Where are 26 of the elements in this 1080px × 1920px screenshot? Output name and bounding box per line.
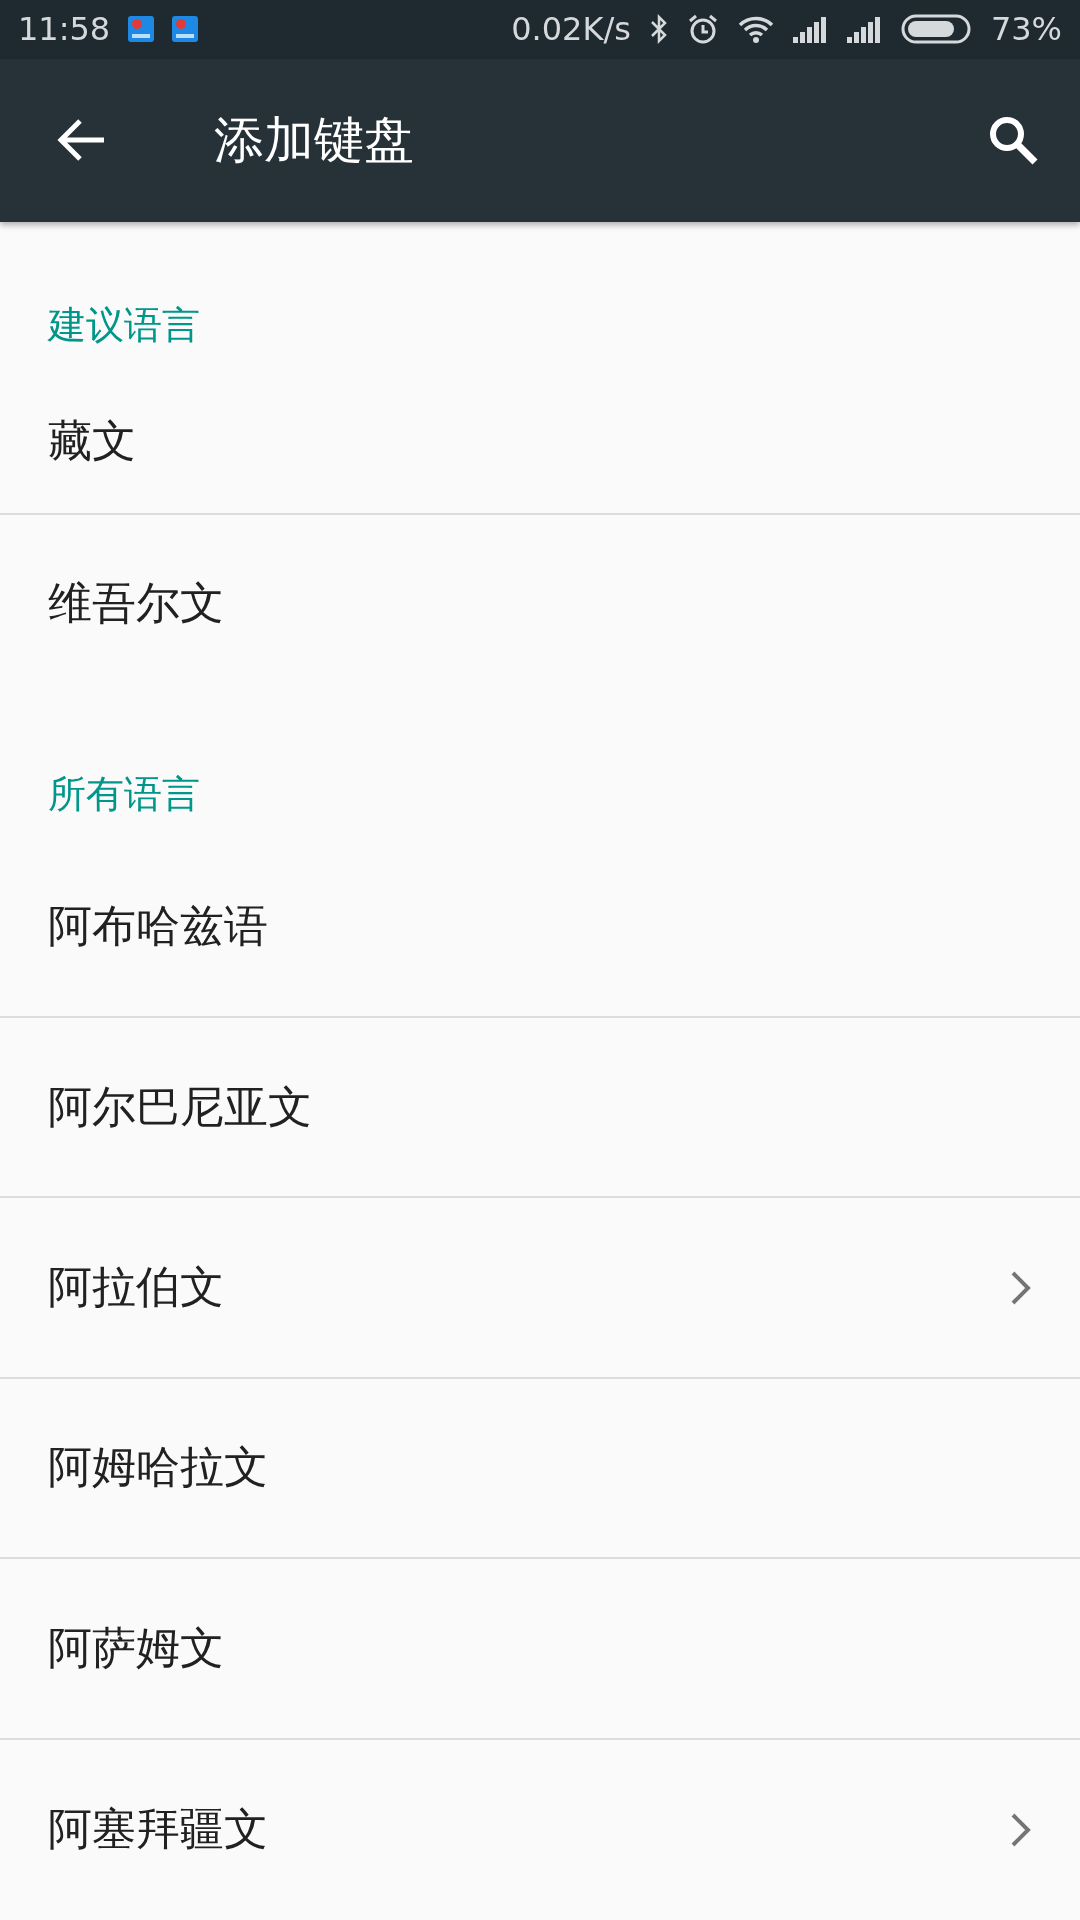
chevron-right-icon [1010, 1811, 1032, 1848]
battery-percentage: 73% [990, 10, 1062, 49]
back-arrow-icon [56, 118, 106, 163]
language-item[interactable]: 阿塞拜疆文 [0, 1739, 1080, 1920]
bluetooth-icon [648, 13, 669, 46]
language-item[interactable]: 阿姆哈拉文 [0, 1378, 1080, 1560]
chevron-right-icon [1010, 1269, 1032, 1306]
language-item[interactable]: 阿萨姆文 [0, 1559, 1080, 1740]
app-icon [128, 16, 155, 43]
alarm-clock-icon [686, 13, 719, 46]
status-time: 11:58 [18, 10, 111, 49]
battery-icon [900, 13, 973, 46]
signal-icon [846, 15, 883, 44]
language-item[interactable]: 阿拉伯文 [0, 1198, 1080, 1379]
language-item[interactable]: 维吾尔文 [0, 515, 1080, 691]
language-item[interactable]: 藏文 [0, 369, 1080, 516]
section-header: 所有语言 [47, 770, 201, 818]
back-button[interactable] [56, 118, 106, 163]
screen-title: 添加键盘 [214, 109, 415, 171]
language-item[interactable]: 阿布哈兹语 [0, 837, 1080, 1018]
signal-icon [792, 15, 829, 44]
language-item[interactable]: 阿尔巴尼亚文 [0, 1017, 1080, 1199]
wifi-icon [736, 14, 775, 45]
section-header: 建议语言 [46, 302, 201, 349]
app-icon [172, 16, 199, 43]
network-speed: 0.02K/s [511, 10, 631, 49]
